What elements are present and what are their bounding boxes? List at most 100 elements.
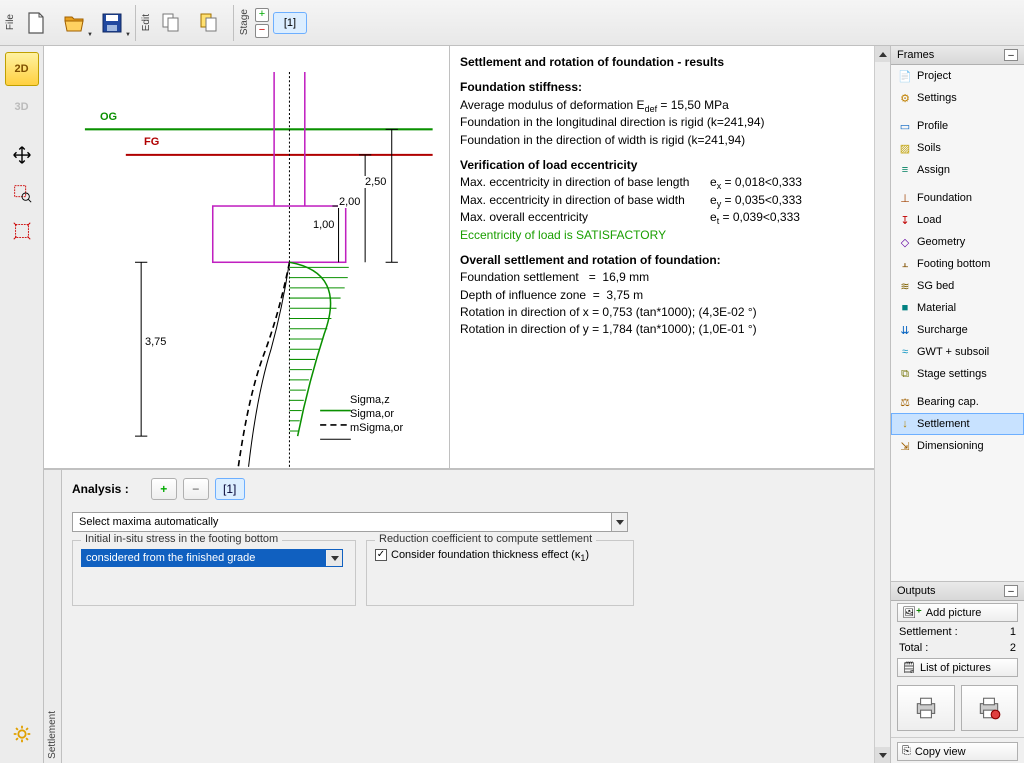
line-depth: Depth of influence zone = 3,75 m	[460, 287, 880, 304]
frame-item-foundation[interactable]: ⊥Foundation	[891, 187, 1024, 209]
frame-item-label: Profile	[917, 120, 948, 132]
drawing-viewport[interactable]: OG FG 2,50 2,00 1,00 3,75 Sigma,z Sigma,…	[44, 46, 450, 468]
frame-item-sg-bed[interactable]: ≋SG bed	[891, 275, 1024, 297]
profile-icon: ▭	[898, 119, 912, 133]
dim-200: 2,00	[338, 196, 361, 208]
analysis-1-tab[interactable]: [1]	[215, 478, 245, 500]
frame-item-label: Project	[917, 70, 951, 82]
view-toolbar: 2D 3D	[0, 46, 44, 763]
frame-item-label: Material	[917, 302, 956, 314]
frame-item-stage-settings[interactable]: ⧉Stage settings	[891, 363, 1024, 385]
outputs-total-row: Total :2	[891, 640, 1024, 656]
printer-color-icon	[976, 695, 1002, 721]
minimize-frames-button[interactable]: –	[1004, 49, 1018, 61]
line-width: Foundation in the direction of width is …	[460, 132, 880, 149]
line-long: Foundation in the longitudinal direction…	[460, 114, 880, 131]
frame-item-label: Dimensioning	[917, 440, 984, 452]
ecc-ey: ey = 0,035<0,333	[710, 192, 802, 209]
assign-icon: ≡	[898, 163, 912, 177]
outputs-panel: Outputs – 🖼 ⁺ Add picture Settlement :1 …	[891, 581, 1024, 763]
frame-item-gwt-subsoil[interactable]: ≈ GWT + subsoil	[891, 341, 1024, 363]
fg-label: FG	[144, 136, 159, 148]
soils-icon: ▨	[898, 141, 912, 155]
frame-item-label: Load	[917, 214, 941, 226]
results-scrollbar[interactable]	[874, 46, 890, 468]
dim-375: 3,75	[144, 336, 167, 348]
frame-item-label: GWT + subsoil	[917, 346, 989, 358]
frame-item-label: Assign	[917, 164, 950, 176]
stage-1-tab[interactable]: [1]	[273, 12, 307, 34]
view-2d-button[interactable]: 2D	[5, 52, 39, 86]
frame-item-profile[interactable]: ▭ Profile	[891, 115, 1024, 137]
open-file-button[interactable]: ▼	[56, 5, 92, 41]
ecc-satisfactory: Eccentricity of load is SATISFACTORY	[460, 227, 880, 244]
frames-header: Frames –	[891, 46, 1024, 65]
frame-item-material[interactable]: ■ Material	[891, 297, 1024, 319]
printer-icon	[913, 695, 939, 721]
mat-icon: ■	[898, 301, 912, 315]
load-icon: ↧	[898, 213, 912, 227]
minimize-outputs-button[interactable]: –	[1004, 585, 1018, 597]
frame-item-settlement[interactable]: ↓Settlement	[891, 413, 1024, 435]
copy-data-button[interactable]	[154, 5, 190, 41]
line-rotx: Rotation in direction of x = 0,753 (tan*…	[460, 304, 880, 321]
frame-item-dimensioning[interactable]: ⇲Dimensioning	[891, 435, 1024, 457]
frame-item-soils[interactable]: ▨Soils	[891, 137, 1024, 159]
frame-item-surcharge[interactable]: ⇊Surcharge	[891, 319, 1024, 341]
frame-item-footing-bottom[interactable]: ⫠Footing bottom	[891, 253, 1024, 275]
outputs-header: Outputs –	[891, 582, 1024, 601]
ecc-wid-label: Max. eccentricity in direction of base w…	[460, 192, 710, 209]
remove-stage-button[interactable]: −	[255, 24, 269, 38]
new-file-button[interactable]	[18, 5, 54, 41]
group-reduction-coef: Reduction coefficient to compute settlem…	[366, 540, 634, 606]
heading-stiffness: Foundation stiffness:	[460, 80, 582, 94]
frames-panel: Frames – 📄Project⚙Settings ▭ Profile ▨Soils…	[891, 46, 1024, 581]
print-button[interactable]	[897, 685, 955, 731]
gwt-icon: ≈	[898, 345, 912, 359]
paste-data-button[interactable]	[192, 5, 228, 41]
picture-plus-icon: 🖼	[902, 606, 916, 619]
legend-msigmaor: mSigma,or	[350, 422, 403, 434]
edit-menu-label[interactable]: Edit	[140, 10, 153, 35]
outputs-settlement-row: Settlement :1	[891, 624, 1024, 640]
frame-item-assign[interactable]: ≡ Assign	[891, 159, 1024, 181]
print-color-button[interactable]	[961, 685, 1019, 731]
frame-item-label: Foundation	[917, 192, 972, 204]
frame-item-label: Settlement	[917, 418, 970, 430]
line-roty: Rotation in direction of y = 1,784 (tan*…	[460, 321, 880, 338]
footing-icon: ⫠	[898, 257, 912, 271]
geom-icon: ◇	[898, 235, 912, 249]
add-picture-button[interactable]: 🖼 ⁺ Add picture	[897, 603, 1018, 622]
ecc-ov-label: Max. overall eccentricity	[460, 209, 710, 226]
zoom-extents-button[interactable]	[5, 214, 39, 248]
frame-item-label: Bearing cap.	[917, 396, 979, 408]
analysis-add-button[interactable]: +	[151, 478, 177, 500]
results-panel: Settlement and rotation of foundation - …	[450, 46, 890, 468]
initial-stress-select[interactable]: considered from the finished grade	[81, 549, 343, 567]
copy-view-button[interactable]: ⎘ Copy view	[897, 742, 1018, 761]
maxima-select[interactable]: Select maxima automatically	[72, 512, 628, 532]
frame-item-project[interactable]: 📄Project	[891, 65, 1024, 87]
line-settlement: Foundation settlement = 16,9 mm	[460, 269, 880, 286]
view-3d-button[interactable]: 3D	[5, 90, 39, 124]
frame-item-geometry[interactable]: ◇Geometry	[891, 231, 1024, 253]
bc-icon: ⚖	[898, 395, 912, 409]
analysis-remove-button[interactable]: −	[183, 478, 209, 500]
list-pictures-button[interactable]: 🗒 List of pictures	[897, 658, 1018, 677]
group-initial-stress: Initial in-situ stress in the footing bo…	[72, 540, 356, 606]
add-stage-button[interactable]: +	[255, 8, 269, 22]
drawing-settings-button[interactable]	[5, 717, 39, 751]
file-menu-label[interactable]: File	[4, 10, 17, 34]
pan-button[interactable]	[5, 138, 39, 172]
frame-item-bearing-cap-[interactable]: ⚖ Bearing cap.	[891, 391, 1024, 413]
frame-item-label: Settings	[917, 92, 957, 104]
consider-thickness-checkbox[interactable]: ✓ Consider foundation thickness effect (…	[375, 549, 625, 561]
stage-menu-label[interactable]: Stage	[238, 5, 251, 39]
zoom-window-button[interactable]	[5, 176, 39, 210]
frame-item-label: Stage settings	[917, 368, 987, 380]
copy-icon: ⎘	[902, 745, 911, 758]
tab-settlement-vertical[interactable]: Settlement	[44, 470, 62, 763]
frame-item-load[interactable]: ↧ Load	[891, 209, 1024, 231]
frame-item-settings[interactable]: ⚙Settings	[891, 87, 1024, 109]
save-file-button[interactable]: ▼	[94, 5, 130, 41]
